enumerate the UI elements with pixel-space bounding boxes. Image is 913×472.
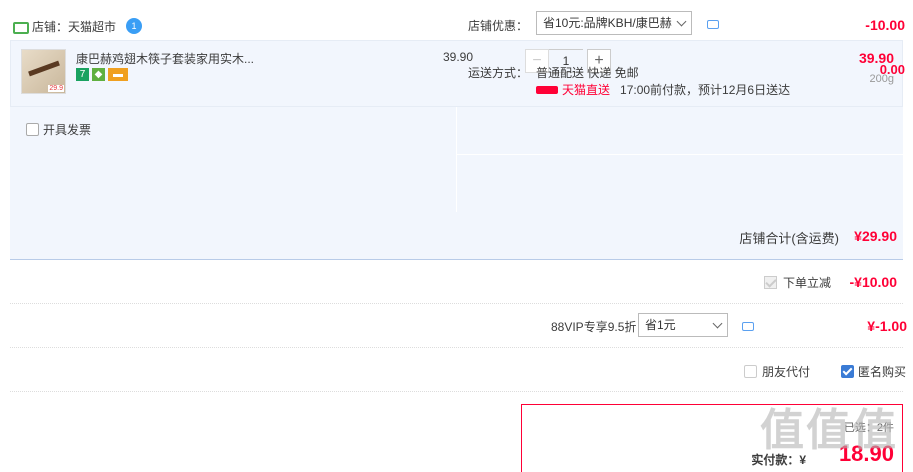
invoice-option[interactable]: 开具发票 — [26, 121, 91, 138]
shop-total-label: 店铺合计(含运费) — [739, 231, 839, 246]
instant-discount-value: -¥10.00 — [849, 274, 897, 290]
service-badges: 7 ◆ ▬ — [76, 68, 128, 81]
vip-discount-select[interactable]: 省1元 — [638, 313, 728, 337]
friend-pay-option[interactable]: 朋友代付 — [744, 363, 810, 380]
vip-label: 88VIP专享9.5折 — [551, 320, 637, 334]
wangwang-chat-icon[interactable]: 1 — [126, 18, 143, 34]
instant-discount-label: 下单立减 — [782, 276, 831, 290]
shipping-method: 普通配送 快递 免邮 — [536, 66, 639, 80]
delivery-eta: 17:00前付款，预计12月6日送达 — [620, 83, 791, 97]
invoice-checkbox[interactable] — [26, 123, 39, 136]
friend-pay-label: 朋友代付 — [762, 365, 811, 379]
shop-total-value: ¥29.90 — [854, 228, 897, 244]
shipping-fee: 0.00 — [879, 62, 905, 77]
instant-discount-option: 下单立减 — [763, 274, 831, 291]
shop-coupon-label: 店铺优惠： — [468, 19, 529, 33]
vip-selected: 省1元 — [645, 318, 676, 332]
anonymous-buy-option[interactable]: 匿名购买 — [841, 363, 906, 380]
service-guarantee-icon[interactable]: ◆ — [92, 68, 105, 81]
vip-discount-row — [10, 304, 903, 348]
friend-pay-checkbox[interactable] — [744, 365, 757, 378]
shop-discount-panel — [457, 107, 903, 212]
site-watermark-logo: 值值值 — [760, 406, 898, 455]
invoice-label: 开具发票 — [43, 123, 92, 137]
instant-discount-checkbox — [763, 276, 777, 289]
invoice-panel: 开具发票 — [10, 107, 457, 212]
tmall-direct-delivery: 天猫直送 17:00前付款，预计12月6日送达 — [536, 81, 790, 98]
shop-name-link[interactable]: 店铺：天猫超市 — [32, 18, 116, 35]
vip-discount-value: ¥-1.00 — [867, 318, 907, 334]
chevron-down-icon — [712, 318, 723, 329]
options-divider — [457, 154, 903, 155]
product-title-link[interactable]: 康巴赫鸡翅木筷子套装家用实木... — [76, 50, 254, 67]
unit-price: 39.90 — [443, 50, 474, 64]
shop-coupon-amount: -10.00 — [865, 17, 905, 33]
order-options-panel: 开具发票 — [10, 107, 903, 212]
shop-coupon-select[interactable]: 省10元:品牌KBH/康巴赫 — [536, 11, 692, 35]
chevron-down-icon — [676, 16, 687, 27]
shop-total-bar: 店铺合计(含运费) ¥29.90 — [10, 212, 903, 260]
shop-icon — [12, 20, 29, 34]
message-icon[interactable] — [742, 322, 754, 331]
message-icon[interactable] — [707, 20, 719, 29]
instant-discount-row: 下单立减 -¥10.00 — [10, 260, 903, 304]
tmall-direct-text: 天猫直送 — [562, 83, 611, 97]
chopsticks-image — [28, 60, 60, 77]
anonymous-buy-checkbox[interactable] — [841, 365, 854, 378]
thumbnail-price-tag: 29.9 — [48, 85, 64, 92]
shop-header: 店铺：天猫超市 1 — [12, 16, 143, 36]
credit-card-icon[interactable]: ▬ — [108, 68, 128, 81]
anonymous-buy-label: 匿名购买 — [858, 365, 907, 379]
shop-coupon-selected: 省10元:品牌KBH/康巴赫 — [543, 16, 672, 30]
product-thumbnail[interactable]: 29.9 — [21, 49, 66, 94]
seven-day-return-icon[interactable]: 7 — [76, 68, 89, 81]
shipping-label: 运送方式： — [468, 66, 529, 80]
tmall-delivery-icon — [536, 85, 558, 94]
